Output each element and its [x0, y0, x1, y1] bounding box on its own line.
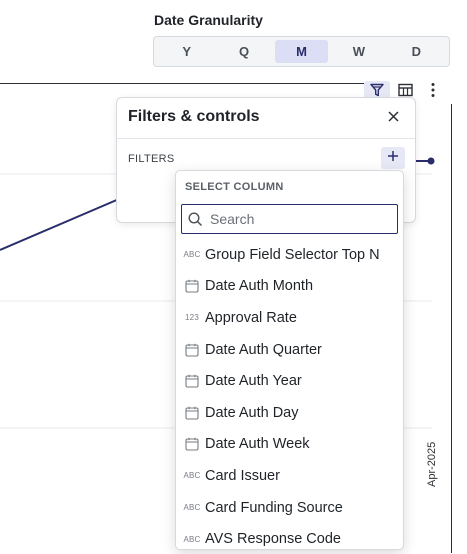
type-glyph: ABC — [183, 534, 201, 544]
column-option[interactable]: Date Auth Quarter — [176, 334, 403, 366]
filters-panel-title: Filters & controls — [128, 108, 260, 125]
search-box — [181, 204, 398, 234]
close-button[interactable] — [383, 108, 403, 128]
close-icon — [387, 109, 399, 127]
granularity-year-button[interactable]: Y — [160, 40, 213, 63]
granularity-quarter-button[interactable]: Q — [217, 40, 270, 63]
column-option-label: Date Auth Month — [205, 278, 314, 295]
calendar-icon — [184, 278, 200, 294]
series-line — [0, 195, 127, 251]
column-option-label: Date Auth Quarter — [205, 341, 322, 358]
column-option-label: Card Issuer — [205, 467, 280, 484]
column-option[interactable]: Date Auth Day — [176, 397, 403, 429]
text-type-icon: ABC — [183, 500, 201, 516]
column-option-label: Group Field Selector Top N — [205, 246, 380, 263]
column-option[interactable]: Date Auth Year — [176, 365, 403, 397]
column-option[interactable]: ABC AVS Response Code — [176, 523, 403, 549]
column-option[interactable]: ABC Card Funding Source — [176, 492, 403, 524]
select-column-heading: SELECT COLUMN — [185, 181, 284, 193]
search-icon — [182, 211, 208, 227]
column-option[interactable]: 123 Approval Rate — [176, 302, 403, 334]
column-list: ABC Group Field Selector Top N Date Auth M… — [176, 239, 403, 549]
divider — [117, 138, 415, 139]
column-option-label: AVS Response Code — [205, 531, 341, 548]
select-column-dropdown: SELECT COLUMN ABC Group Field Selector To… — [175, 170, 404, 550]
column-option[interactable]: Date Auth Week — [176, 429, 403, 461]
column-option[interactable]: ABC Group Field Selector Top N — [176, 239, 403, 271]
column-option-label: Card Funding Source — [205, 499, 343, 516]
date-granularity-label: Date Granularity — [154, 12, 263, 28]
numeric-type-icon: 123 — [184, 310, 200, 326]
type-glyph: ABC — [183, 471, 201, 481]
column-option[interactable]: ABC Card Issuer — [176, 460, 403, 492]
granularity-week-button[interactable]: W — [332, 40, 385, 63]
column-option-label: Date Auth Year — [205, 373, 302, 390]
column-option-label: Approval Rate — [205, 309, 297, 326]
text-type-icon: ABC — [183, 247, 201, 263]
calendar-icon — [184, 436, 200, 452]
calendar-icon — [184, 405, 200, 421]
add-filter-button[interactable] — [381, 147, 405, 169]
calendar-icon — [184, 373, 200, 389]
date-granularity-toggle: Y Q M W D — [153, 36, 450, 67]
plus-icon — [387, 149, 399, 167]
more-options-button[interactable] — [420, 81, 446, 103]
column-option[interactable]: Date Auth Month — [176, 271, 403, 303]
type-glyph: 123 — [185, 313, 199, 323]
type-glyph: ABC — [183, 250, 201, 260]
text-type-icon: ABC — [183, 531, 201, 547]
data-point — [427, 157, 435, 165]
type-glyph: ABC — [183, 503, 201, 513]
column-option-label: Date Auth Day — [205, 404, 299, 421]
calendar-icon — [184, 342, 200, 358]
search-input[interactable] — [208, 207, 397, 231]
more-icon — [430, 82, 436, 103]
text-type-icon: ABC — [183, 468, 201, 484]
granularity-month-button[interactable]: M — [274, 40, 329, 63]
granularity-day-button[interactable]: D — [390, 40, 443, 63]
column-option-label: Date Auth Week — [205, 436, 310, 453]
filters-section-label: FILTERS — [128, 153, 175, 165]
x-axis-tick-label: Apr-2025 — [426, 441, 438, 487]
